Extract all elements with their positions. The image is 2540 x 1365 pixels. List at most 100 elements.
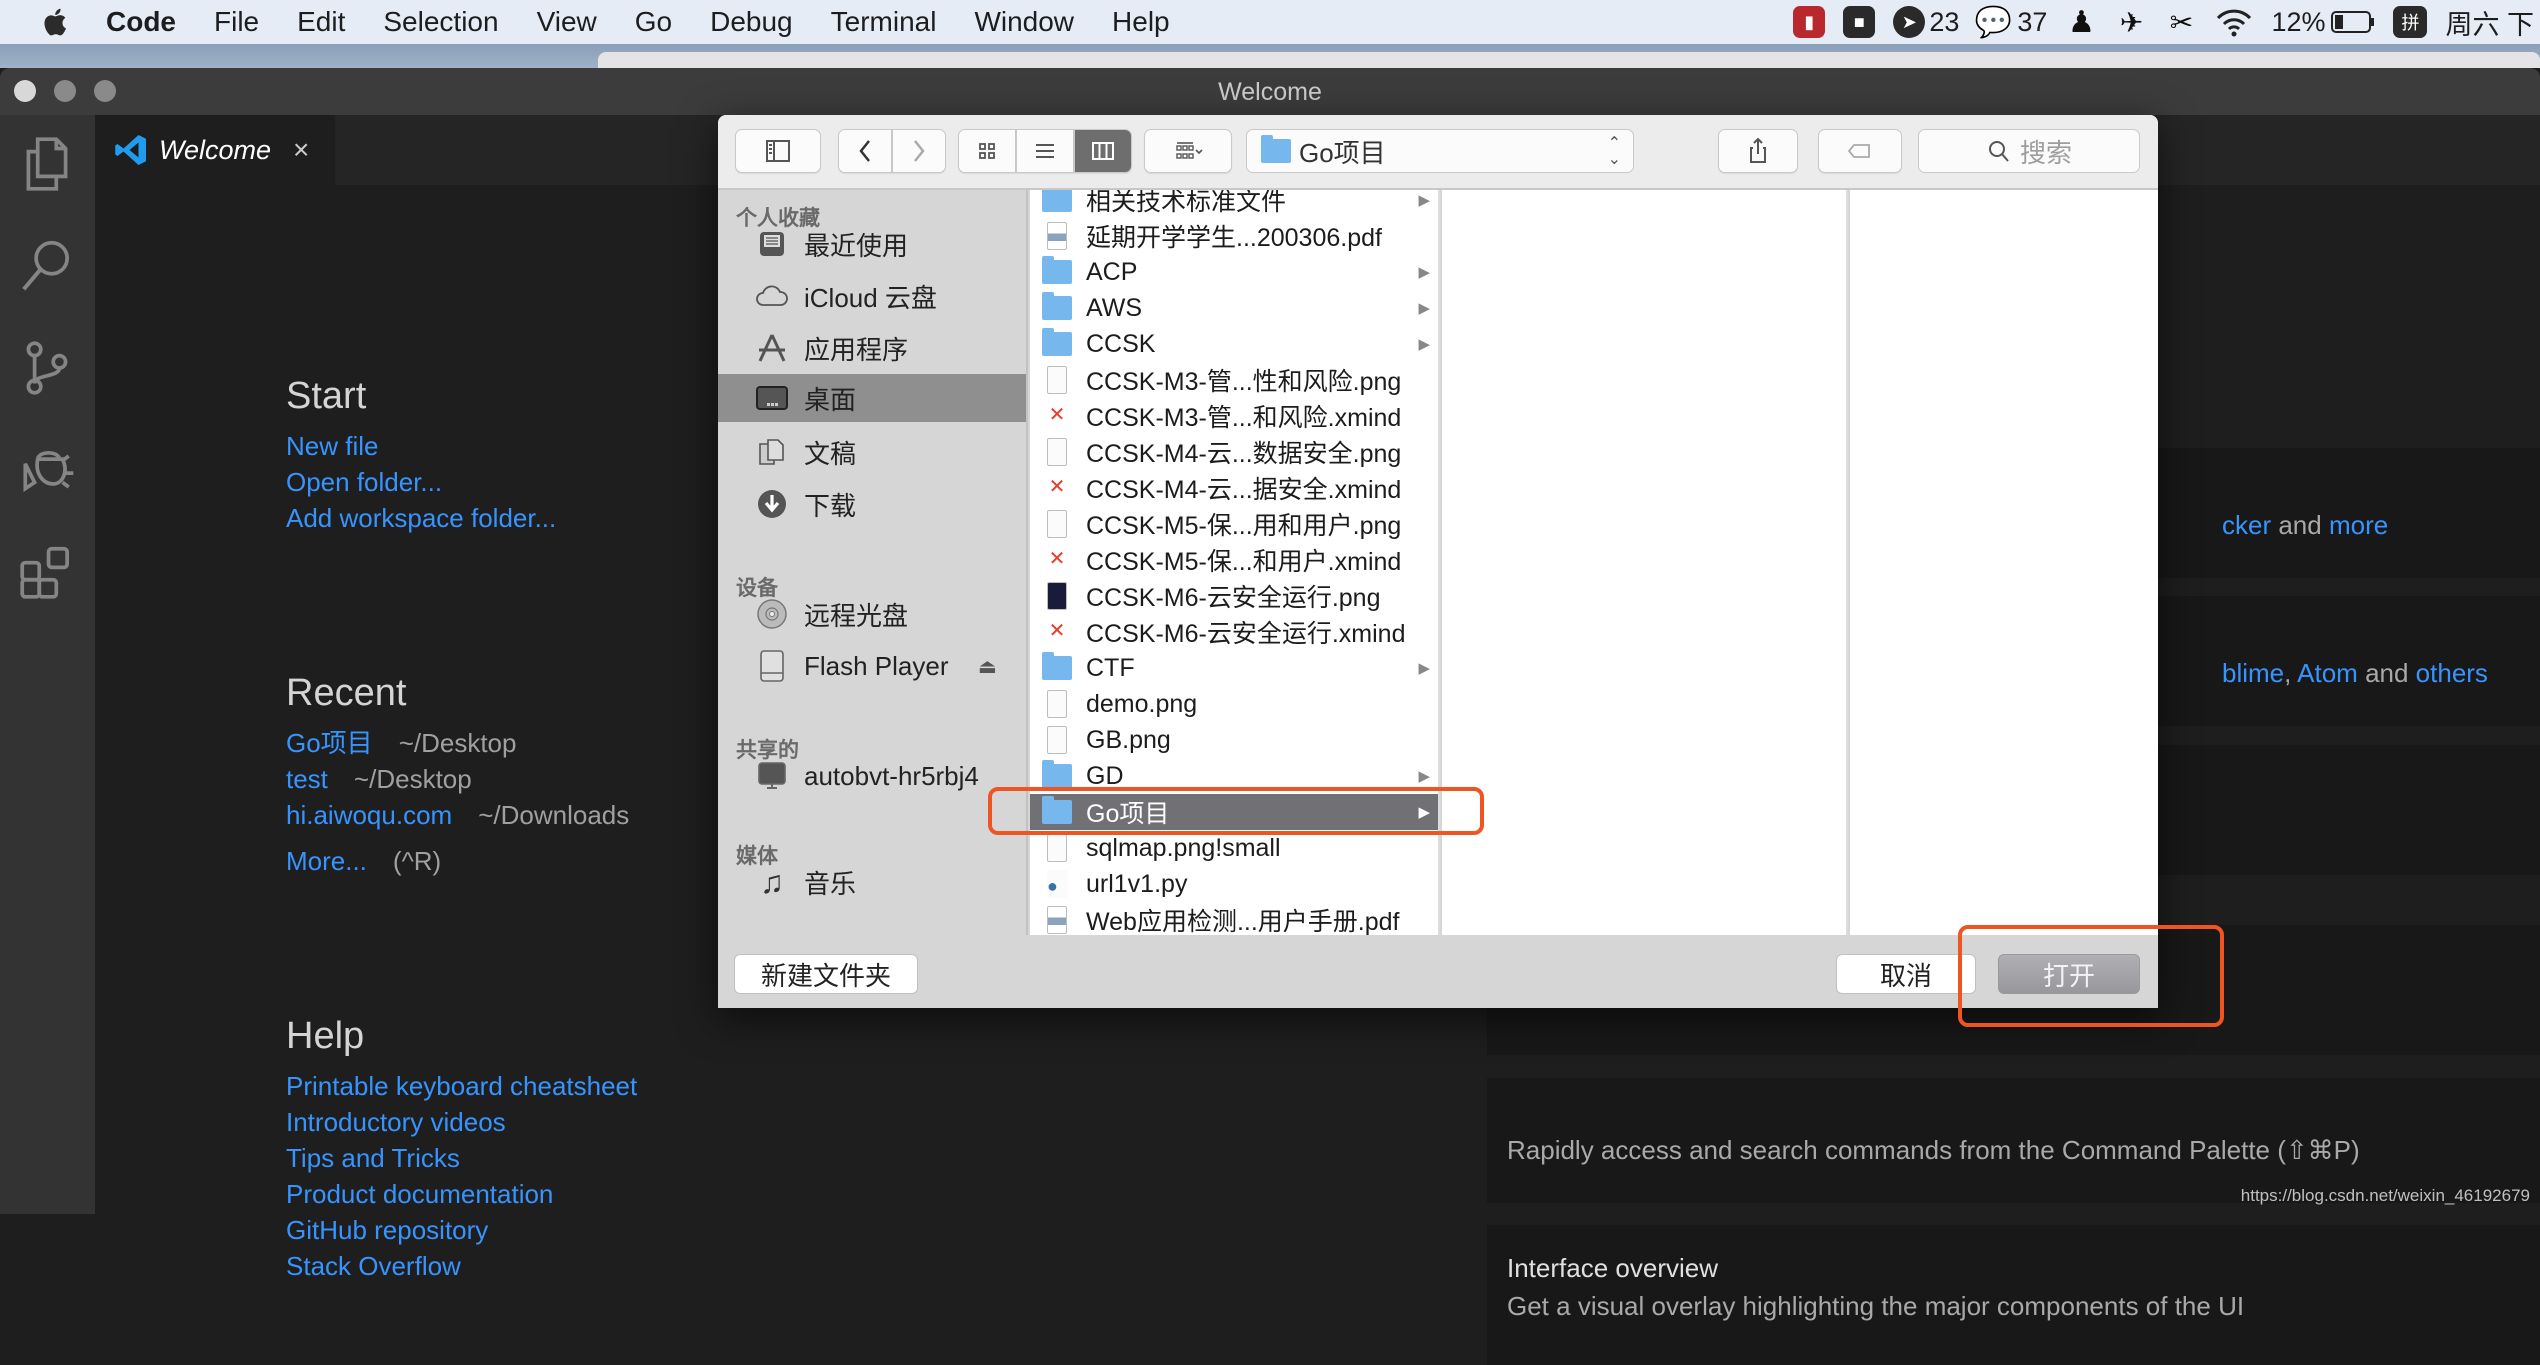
sidebar-item-remote-disc[interactable]: 远程光盘	[718, 592, 1026, 636]
zoom-meeting-icon[interactable]: ■	[1843, 6, 1875, 38]
file-row[interactable]: Web应用检测...用户手册.pdf	[1030, 902, 1440, 935]
sidebar-item-shared-computer[interactable]: autobvt-hr5rbj4	[718, 754, 1026, 798]
dingtalk-status[interactable]: ➤ 23	[1893, 6, 1959, 38]
more-tools-link[interactable]: more	[2329, 510, 2388, 540]
file-row[interactable]: CCSK-M6-云安全运行.png	[1030, 578, 1440, 614]
sidebar-item-flash-player[interactable]: Flash Player ⏏	[718, 644, 1026, 688]
file-row[interactable]: AWS▶	[1030, 290, 1440, 326]
menubar-clock[interactable]: 周六 下	[2445, 3, 2534, 42]
browser-column-desktop[interactable]: 相关技术标准文件▶延期开学学生...200306.pdfACP▶AWS▶CCSK…	[1030, 190, 1440, 935]
file-row[interactable]: ✕CCSK-M5-保...和用户.xmind	[1030, 542, 1440, 578]
interface-overview-panel[interactable]: Interface overview Get a visual overlay …	[1487, 1225, 2540, 1365]
extensions-icon[interactable]	[16, 541, 78, 603]
open-button[interactable]: 打开	[1998, 954, 2140, 994]
sidebar-item-desktop[interactable]: 桌面	[718, 374, 1026, 422]
menu-help[interactable]: Help	[1112, 6, 1170, 38]
menu-debug[interactable]: Debug	[710, 6, 793, 38]
menu-go[interactable]: Go	[635, 6, 672, 38]
recent-item[interactable]: Go项目~/Desktop	[286, 725, 629, 761]
add-workspace-folder-link[interactable]: Add workspace folder...	[286, 500, 556, 536]
search-input[interactable]: 搜索	[1918, 129, 2140, 173]
keyboard-cheatsheet-link[interactable]: Printable keyboard cheatsheet	[286, 1068, 637, 1104]
more-recent-link[interactable]: More...	[286, 846, 367, 876]
group-by-button[interactable]	[1144, 129, 1232, 173]
file-row[interactable]: ✕CCSK-M3-管...和风险.xmind	[1030, 398, 1440, 434]
file-row[interactable]: Go项目▶	[1030, 794, 1440, 830]
wifi-icon[interactable]	[2215, 7, 2253, 37]
tips-and-tricks-link[interactable]: Tips and Tricks	[286, 1140, 637, 1176]
menu-file[interactable]: File	[214, 6, 259, 38]
list-view-button[interactable]	[1016, 129, 1074, 173]
find-commands-panel[interactable]: Rapidly access and search commands from …	[1487, 1078, 2540, 1203]
parallels-icon[interactable]: ▮	[1793, 6, 1825, 38]
sidebar-item-recents[interactable]: 最近使用	[718, 222, 1026, 266]
menu-app-code[interactable]: Code	[106, 6, 176, 38]
tool-link[interactable]: cker	[2222, 510, 2271, 540]
location-popup[interactable]: Go项目 ⌃⌄	[1246, 129, 1634, 173]
wechat-status[interactable]: 💬 37	[1977, 6, 2047, 38]
other-keymaps-link[interactable]: others	[2416, 658, 2488, 688]
file-row[interactable]: 相关技术标准文件▶	[1030, 190, 1440, 218]
recent-item-name[interactable]: hi.aiwoqu.com	[286, 800, 452, 830]
forward-button[interactable]	[892, 129, 946, 173]
back-button[interactable]	[838, 129, 892, 173]
intro-videos-link[interactable]: Introductory videos	[286, 1104, 637, 1140]
file-row[interactable]: CCSK-M4-云...数据安全.png	[1030, 434, 1440, 470]
file-row[interactable]: ACP▶	[1030, 254, 1440, 290]
file-row[interactable]: ●url1v1.py	[1030, 866, 1440, 902]
file-row[interactable]: GB.png	[1030, 722, 1440, 758]
tags-button[interactable]	[1818, 129, 1902, 173]
tab-close-icon[interactable]: ×	[293, 134, 309, 166]
share-button[interactable]	[1718, 129, 1798, 173]
source-control-icon[interactable]	[16, 337, 78, 399]
menu-edit[interactable]: Edit	[297, 6, 345, 38]
debug-icon[interactable]	[16, 439, 78, 501]
column-view-button[interactable]	[1074, 129, 1132, 173]
open-folder-link[interactable]: Open folder...	[286, 464, 556, 500]
qq-icon[interactable]: ♟	[2065, 6, 2097, 38]
file-row[interactable]: CCSK-M5-保...用和用户.png	[1030, 506, 1440, 542]
product-docs-link[interactable]: Product documentation	[286, 1176, 637, 1212]
cancel-button[interactable]: 取消	[1836, 954, 1976, 994]
sidebar-item-documents[interactable]: 文稿	[718, 430, 1026, 474]
recent-item[interactable]: hi.aiwoqu.com~/Downloads	[286, 797, 629, 833]
tab-welcome[interactable]: Welcome ×	[95, 115, 335, 185]
new-file-link[interactable]: New file	[286, 428, 556, 464]
menu-window[interactable]: Window	[974, 6, 1074, 38]
sidebar-item-downloads[interactable]: 下载	[718, 482, 1026, 526]
icon-view-button[interactable]	[958, 129, 1016, 173]
battery-status[interactable]: 12%	[2271, 7, 2375, 38]
file-row[interactable]: CCSK▶	[1030, 326, 1440, 362]
recent-item[interactable]: test~/Desktop	[286, 761, 629, 797]
search-icon[interactable]	[16, 235, 78, 297]
paper-plane-icon[interactable]: ✈	[2115, 6, 2147, 38]
new-folder-button[interactable]: 新建文件夹	[734, 954, 918, 994]
recent-more[interactable]: More...(^R)	[286, 843, 629, 879]
sidebar-item-music[interactable]: ♫ 音乐	[718, 860, 1026, 904]
sidebar-toggle-button[interactable]	[735, 129, 821, 173]
file-row[interactable]: GD▶	[1030, 758, 1440, 794]
eject-icon[interactable]: ⏏	[978, 654, 997, 679]
menu-view[interactable]: View	[537, 6, 597, 38]
explorer-icon[interactable]	[16, 133, 78, 195]
apple-logo-icon[interactable]	[38, 5, 76, 39]
input-method-icon[interactable]: 拼	[2393, 6, 2427, 38]
sidebar-item-icloud[interactable]: iCloud 云盘	[718, 274, 1026, 318]
file-row[interactable]: ✕CCSK-M6-云安全运行.xmind	[1030, 614, 1440, 650]
file-row[interactable]: sqlmap.png!small	[1030, 830, 1440, 866]
stack-overflow-link[interactable]: Stack Overflow	[286, 1248, 637, 1284]
file-row[interactable]: CTF▶	[1030, 650, 1440, 686]
menu-terminal[interactable]: Terminal	[831, 6, 937, 38]
atom-keymap-link[interactable]: Atom	[2297, 658, 2358, 688]
sublime-keymap-link[interactable]: blime	[2222, 658, 2284, 688]
file-row[interactable]: ✕CCSK-M4-云...据安全.xmind	[1030, 470, 1440, 506]
file-row[interactable]: demo.png	[1030, 686, 1440, 722]
recent-item-name[interactable]: Go项目	[286, 728, 373, 758]
file-row[interactable]: 延期开学学生...200306.pdf	[1030, 218, 1440, 254]
menu-selection[interactable]: Selection	[383, 6, 498, 38]
scissors-icon[interactable]: ✂	[2165, 6, 2197, 38]
file-row[interactable]: CCSK-M3-管...性和风险.png	[1030, 362, 1440, 398]
sidebar-item-applications[interactable]: 应用程序	[718, 326, 1026, 370]
github-repo-link[interactable]: GitHub repository	[286, 1212, 637, 1248]
recent-item-name[interactable]: test	[286, 764, 328, 794]
